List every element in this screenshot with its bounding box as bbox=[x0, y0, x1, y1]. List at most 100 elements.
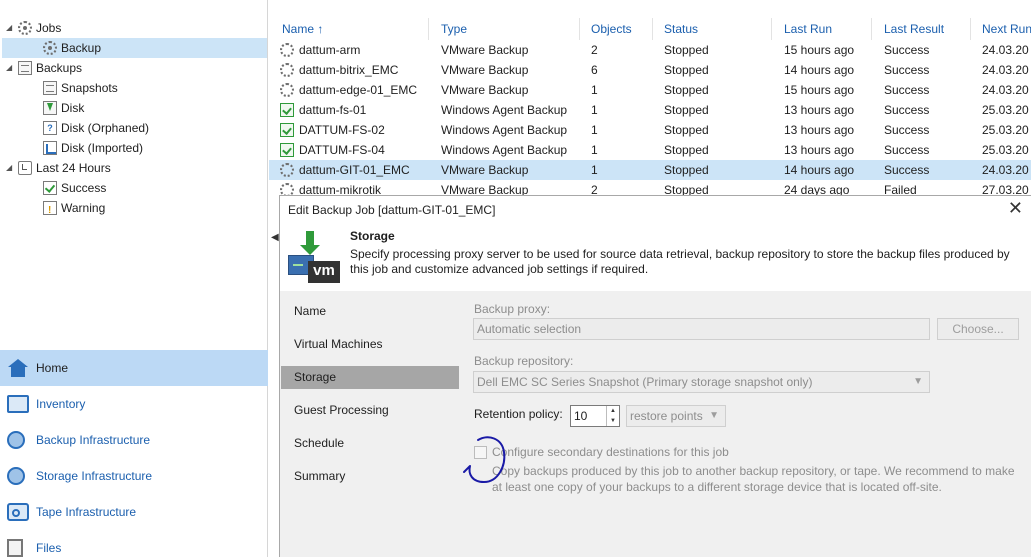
column-header-next-run[interactable]: Next Run bbox=[982, 18, 1031, 40]
job-next-run: 24.03.20 bbox=[982, 63, 1029, 77]
step-guest-processing[interactable]: Guest Processing bbox=[281, 399, 459, 422]
retention-unit-select[interactable]: restore points ▼ bbox=[626, 405, 726, 427]
expand-arrow-icon[interactable]: ◢ bbox=[6, 158, 16, 178]
table-row-selected[interactable]: dattum-GIT-01_EMC VMware Backup 1 Stoppe… bbox=[269, 160, 1031, 180]
step-storage[interactable]: Storage bbox=[281, 366, 459, 389]
table-row[interactable]: dattum-fs-01 Windows Agent Backup 1 Stop… bbox=[269, 100, 1031, 120]
nav-home[interactable]: Home bbox=[0, 350, 268, 386]
stepper-arrows-icon[interactable]: ▲ ▼ bbox=[606, 406, 619, 426]
job-next-run: 24.03.20 bbox=[982, 43, 1029, 57]
job-status: Stopped bbox=[664, 143, 709, 157]
tree-item-jobs[interactable]: ◢ Jobs bbox=[6, 18, 268, 38]
disk-imported-icon bbox=[43, 141, 57, 155]
step-title: Storage bbox=[350, 229, 395, 243]
nav-files[interactable]: Files bbox=[0, 530, 268, 557]
job-name: dattum-GIT-01_EMC bbox=[299, 163, 410, 177]
table-row[interactable]: dattum-arm VMware Backup 2 Stopped 15 ho… bbox=[269, 40, 1031, 60]
nav-storage-infrastructure[interactable]: Storage Infrastructure bbox=[0, 458, 268, 494]
column-header-name[interactable]: Name ↑ bbox=[282, 18, 323, 40]
job-name: dattum-edge-01_EMC bbox=[299, 83, 418, 97]
vm-badge: vm bbox=[308, 261, 340, 283]
tree-item-backups[interactable]: ◢ Backups bbox=[6, 58, 268, 78]
collapse-pane-icon[interactable]: ◀ bbox=[271, 232, 279, 243]
last-24-hours-icon bbox=[18, 161, 32, 175]
edit-backup-job-dialog: Edit Backup Job [dattum-GIT-01_EMC] ✕ vm… bbox=[279, 195, 1031, 557]
retention-stepper[interactable]: 10 ▲ ▼ bbox=[570, 405, 620, 427]
job-last-result: Success bbox=[884, 163, 930, 177]
tree-item-label: Disk bbox=[61, 101, 85, 115]
column-divider[interactable] bbox=[871, 18, 872, 40]
column-divider[interactable] bbox=[771, 18, 772, 40]
disk-icon bbox=[43, 101, 57, 115]
column-divider[interactable] bbox=[579, 18, 580, 40]
table-row[interactable]: DATTUM-FS-04 Windows Agent Backup 1 Stop… bbox=[269, 140, 1031, 160]
warning-icon bbox=[43, 201, 57, 221]
choose-button[interactable]: Choose... bbox=[937, 318, 1019, 340]
success-icon bbox=[43, 181, 57, 195]
job-last-run: 14 hours ago bbox=[784, 163, 855, 177]
chevron-down-icon: ▼ bbox=[913, 376, 923, 387]
job-last-result: Success bbox=[884, 43, 930, 57]
table-row[interactable]: DATTUM-FS-02 Windows Agent Backup 1 Stop… bbox=[269, 120, 1031, 140]
storage-infrastructure-icon bbox=[7, 467, 25, 485]
nav-tape-infrastructure[interactable]: Tape Infrastructure bbox=[0, 494, 268, 530]
sort-ascending-icon: ↑ bbox=[317, 22, 324, 36]
step-virtual-machines[interactable]: Virtual Machines bbox=[281, 333, 459, 356]
dialog-header: Edit Backup Job [dattum-GIT-01_EMC] ✕ vm… bbox=[280, 196, 1031, 291]
home-icon bbox=[7, 359, 29, 377]
tree-item-disk[interactable]: Disk bbox=[41, 98, 84, 118]
retention-value: 10 bbox=[574, 409, 588, 423]
column-divider[interactable] bbox=[428, 18, 429, 40]
vmware-job-icon bbox=[280, 63, 294, 77]
step-schedule[interactable]: Schedule bbox=[281, 432, 459, 455]
backup-infrastructure-icon bbox=[7, 431, 25, 449]
column-divider[interactable] bbox=[970, 18, 971, 40]
step-name[interactable]: Name bbox=[281, 300, 459, 323]
nav-inventory[interactable]: Inventory bbox=[0, 386, 268, 422]
tree-item-disk-imported[interactable]: Disk (Imported) bbox=[41, 138, 143, 158]
job-status: Stopped bbox=[664, 83, 709, 97]
expand-arrow-icon[interactable]: ◢ bbox=[6, 18, 16, 38]
tree-item-label: Backup bbox=[61, 41, 102, 55]
column-header-type[interactable]: Type bbox=[441, 18, 467, 40]
tree-item-success[interactable]: Success bbox=[41, 178, 106, 198]
backup-repository-value: Dell EMC SC Series Snapshot (Primary sto… bbox=[477, 375, 813, 389]
column-divider[interactable] bbox=[652, 18, 653, 40]
nav-label: Tape Infrastructure bbox=[36, 505, 137, 519]
column-header-last-run[interactable]: Last Run bbox=[784, 18, 832, 40]
job-status: Stopped bbox=[664, 103, 709, 117]
job-type: VMware Backup bbox=[441, 63, 529, 77]
expand-arrow-icon[interactable]: ◢ bbox=[6, 58, 16, 78]
column-header-objects[interactable]: Objects bbox=[591, 18, 632, 40]
vmware-job-icon bbox=[280, 43, 294, 57]
job-name: dattum-arm bbox=[299, 43, 361, 57]
retention-policy-label: Retention policy: bbox=[474, 407, 563, 421]
tree-item-disk-orphaned[interactable]: ? Disk (Orphaned) bbox=[41, 118, 149, 138]
job-type: Windows Agent Backup bbox=[441, 103, 568, 117]
backup-repository-label: Backup repository: bbox=[474, 354, 574, 368]
agent-job-icon bbox=[280, 103, 294, 117]
tree-item-warning[interactable]: Warning bbox=[41, 198, 105, 221]
tree-item-snapshots[interactable]: Snapshots bbox=[41, 78, 118, 98]
column-header-status[interactable]: Status bbox=[664, 18, 698, 40]
left-pane: ◢ Jobs Backup ◢ Backups Snapshots Disk ? Di… bbox=[0, 0, 268, 557]
column-header-last-result[interactable]: Last Result bbox=[884, 18, 944, 40]
job-last-run: 15 hours ago bbox=[784, 43, 855, 57]
tree-item-label: Last 24 Hours bbox=[36, 161, 111, 175]
backup-proxy-field[interactable]: Automatic selection bbox=[473, 318, 930, 340]
secondary-destinations-label: Configure secondary destinations for thi… bbox=[492, 445, 729, 459]
job-next-run: 25.03.20 bbox=[982, 143, 1029, 157]
step-summary[interactable]: Summary bbox=[281, 465, 459, 488]
nav-label: Home bbox=[36, 361, 69, 375]
backup-repository-select[interactable]: Dell EMC SC Series Snapshot (Primary sto… bbox=[473, 371, 930, 393]
tree-item-backup[interactable]: Backup bbox=[2, 38, 267, 58]
table-row[interactable]: dattum-edge-01_EMC VMware Backup 1 Stopp… bbox=[269, 80, 1031, 100]
tree-item-label: Backups bbox=[36, 61, 83, 75]
job-status: Stopped bbox=[664, 63, 709, 77]
job-objects: 2 bbox=[591, 43, 598, 57]
jobs-icon bbox=[18, 21, 32, 35]
tree-item-last-24-hours[interactable]: ◢ Last 24 Hours bbox=[6, 158, 268, 178]
close-icon[interactable]: ✕ bbox=[1008, 198, 1023, 219]
nav-backup-infrastructure[interactable]: Backup Infrastructure bbox=[0, 422, 268, 458]
table-row[interactable]: dattum-bitrix_EMC VMware Backup 6 Stoppe… bbox=[269, 60, 1031, 80]
